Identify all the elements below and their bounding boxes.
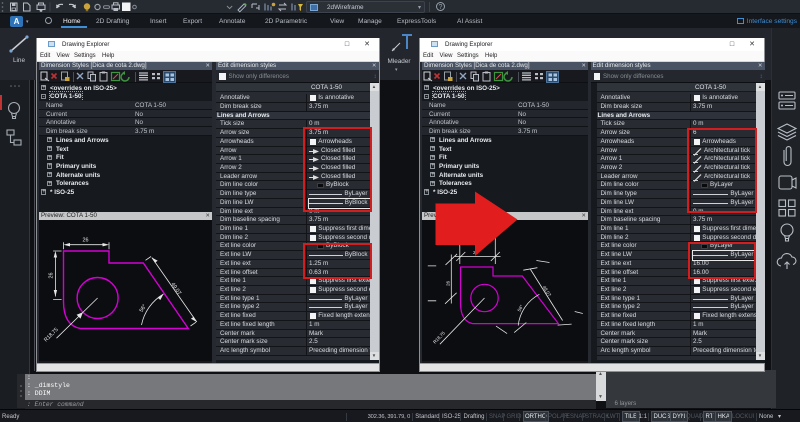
svg-text:49,07: 49,07 (169, 282, 182, 297)
svg-text:26: 26 (446, 281, 451, 287)
svg-text:26: 26 (83, 238, 89, 244)
svg-text:56°: 56° (517, 304, 525, 313)
svg-text:48,07: 48,07 (542, 285, 553, 298)
svg-text:26: 26 (49, 273, 55, 279)
svg-text:R18,75: R18,75 (432, 331, 446, 345)
svg-text:R18,75: R18,75 (43, 327, 60, 344)
svg-text:56°: 56° (139, 304, 148, 314)
